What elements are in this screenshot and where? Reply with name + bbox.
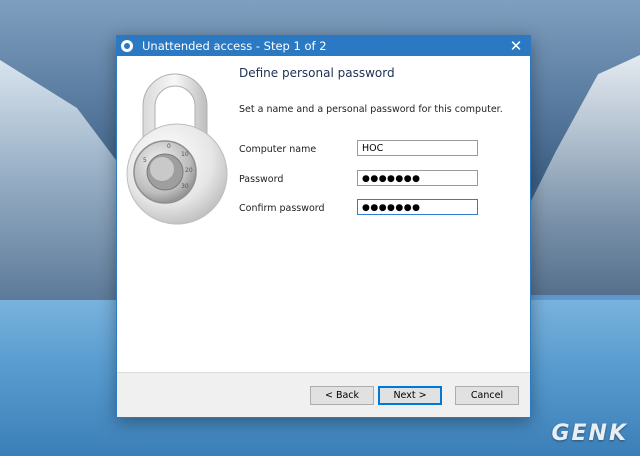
teamviewer-icon — [121, 40, 133, 52]
page-heading: Define personal password — [239, 66, 395, 80]
confirm-password-input[interactable]: ●●●●●●● — [357, 199, 478, 215]
computer-name-input[interactable]: HOC — [357, 140, 478, 156]
svg-text:5: 5 — [143, 157, 147, 164]
svg-text:30: 30 — [181, 183, 189, 190]
computer-name-label: Computer name — [239, 144, 317, 155]
svg-text:0: 0 — [167, 143, 171, 150]
dialog-footer: < Back Next > Cancel — [117, 372, 530, 417]
background-mountain-right — [520, 55, 640, 295]
svg-text:20: 20 — [185, 167, 193, 174]
confirm-password-label: Confirm password — [239, 203, 325, 214]
watermark-logo: GENK — [551, 421, 628, 446]
password-input[interactable]: ●●●●●●● — [357, 170, 478, 186]
password-label: Password — [239, 174, 284, 185]
back-button[interactable]: < Back — [310, 386, 374, 405]
padlock-icon: 0 10 20 30 5 — [126, 73, 228, 225]
dialog-content: Define personal password Set a name and … — [239, 66, 524, 215]
unattended-access-dialog: Unattended access - Step 1 of 2 ✕ 0 10 2… — [116, 35, 531, 418]
svg-text:10: 10 — [181, 151, 189, 158]
cancel-button[interactable]: Cancel — [455, 386, 519, 405]
page-description: Set a name and a personal password for t… — [239, 104, 503, 115]
dialog-titlebar[interactable]: Unattended access - Step 1 of 2 ✕ — [117, 36, 530, 56]
close-button[interactable]: ✕ — [502, 36, 530, 56]
dialog-title: Unattended access - Step 1 of 2 — [142, 39, 327, 53]
next-button[interactable]: Next > — [378, 386, 442, 405]
